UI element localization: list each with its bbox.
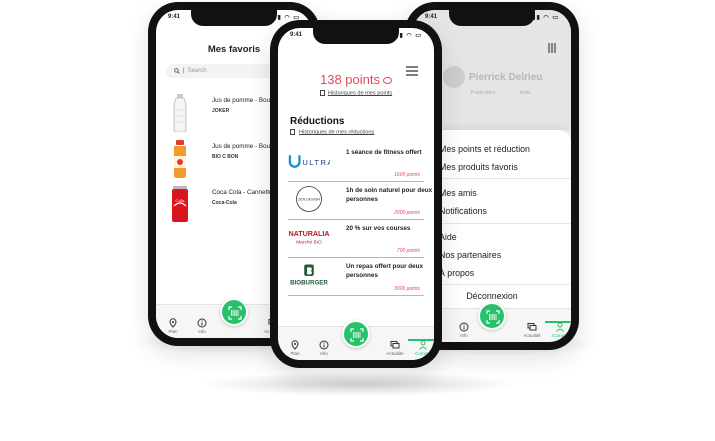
nav-plan[interactable]: Plan: [282, 340, 308, 356]
menu-divider: [427, 223, 571, 224]
user-icon: [556, 322, 564, 332]
scan-button[interactable]: [220, 298, 248, 326]
nav-plan[interactable]: Plan: [160, 318, 186, 334]
zen-design-logo: ZEN DESIGN: [288, 186, 330, 212]
chat-icon: [390, 341, 400, 349]
menu-divider: [427, 284, 571, 285]
info-icon: [319, 340, 329, 350]
menu-about[interactable]: À propos: [439, 268, 474, 278]
status-time: 9:41: [290, 32, 303, 38]
notch: [191, 10, 277, 26]
search-placeholder: Search: [187, 68, 207, 74]
offer-card[interactable]: BIOBURGER Un repas offert pour deux pers…: [286, 258, 426, 296]
barcode-scan-icon: [486, 310, 500, 324]
offer-points: 1600 points: [394, 172, 420, 178]
points-history-link[interactable]: Historiques de mes points: [278, 90, 434, 96]
svg-text:NATURALIA: NATURALIA: [288, 230, 329, 238]
chat-icon: [527, 323, 537, 331]
svg-text:Cola: Cola: [175, 198, 185, 203]
menu-divider: [427, 178, 571, 179]
soda-can-icon: Cola: [172, 186, 188, 222]
offer-description: Un repas offert pour deux personnes: [346, 263, 423, 279]
scan-button[interactable]: [478, 302, 506, 330]
offer-points: 700 points: [396, 248, 420, 254]
offer-points: 2000 points: [394, 210, 420, 216]
barcode-scan-icon: [350, 328, 364, 342]
info-icon: [197, 318, 207, 328]
coin-icon: [383, 77, 392, 85]
reductions-history-link[interactable]: Historiques de mes réductions: [290, 129, 374, 135]
juice-bottle-icon: [174, 140, 186, 178]
offer-divider: [288, 295, 424, 296]
menu-partners[interactable]: Nos partenaires: [439, 250, 501, 260]
svg-text:BIOBURGER: BIOBURGER: [290, 280, 328, 287]
status-icons: ▮▮ ◠ ▭: [532, 15, 559, 21]
search-cursor: |: [183, 68, 185, 74]
active-tab-indicator: [408, 339, 434, 341]
info-icon: [459, 322, 469, 332]
offer-description: 1 séance de fitness offert: [346, 149, 422, 156]
bottom-nav: Plan Info Actualité: [278, 320, 434, 360]
offer-card[interactable]: NATURALIA Marché BIO 20 % sur vos course…: [286, 220, 426, 258]
nav-actualite[interactable]: Actualité: [382, 340, 408, 356]
svg-text:ULTRA: ULTRA: [302, 158, 330, 167]
status-time: 9:41: [168, 14, 181, 20]
reductions-title: Réductions: [290, 116, 345, 127]
search-icon: [174, 68, 180, 74]
menu-points-reductions[interactable]: Mes points et réduction: [439, 144, 530, 154]
menu-favorite-products[interactable]: Mes produits favoris: [439, 162, 518, 172]
nav-info[interactable]: Info: [189, 318, 215, 334]
menu-notifications[interactable]: Notifications: [439, 206, 487, 216]
offer-card[interactable]: ZEN DESIGN 1h de soin naturel pour deux …: [286, 182, 432, 220]
scan-button[interactable]: [342, 320, 370, 348]
status-time: 9:41: [425, 14, 438, 20]
nav-compte[interactable]: Compte: [545, 321, 571, 338]
user-icon: [419, 340, 427, 350]
nav-info[interactable]: Info: [311, 340, 337, 356]
offer-description: 20 % sur vos courses: [346, 225, 411, 232]
nav-info[interactable]: Info: [451, 322, 477, 338]
nav-actualite[interactable]: Actualité: [519, 322, 545, 338]
map-pin-icon: [169, 318, 177, 328]
rewards-screen: 9:41 ▮▮ ◠ ▭ 138 points Historiques de me…: [278, 28, 434, 360]
status-icons: ▮▮ ◠ ▭: [273, 15, 300, 21]
offer-description: 1h de soin naturel pour deux personnes: [346, 187, 433, 203]
naturalia-logo: NATURALIA Marché BIO: [288, 224, 330, 250]
phone-rewards: 9:41 ▮▮ ◠ ▭ 138 points Historiques de me…: [270, 20, 442, 368]
ultra-logo: ULTRA: [288, 148, 330, 174]
svg-text:ZEN DESIGN: ZEN DESIGN: [298, 198, 320, 202]
document-icon: [319, 90, 325, 96]
notch: [313, 28, 399, 44]
nav-compte[interactable]: Compte: [408, 339, 434, 356]
status-icons: ▮▮ ◠ ▭: [395, 33, 422, 39]
active-tab-indicator: [545, 321, 571, 323]
plastic-bottle-icon: [173, 94, 187, 132]
floor-shadow: [200, 372, 520, 396]
map-pin-icon: [291, 340, 299, 350]
points-balance: 138 points: [278, 72, 434, 87]
svg-text:Marché BIO: Marché BIO: [296, 240, 322, 246]
document-icon: [290, 129, 295, 135]
notch: [449, 10, 535, 26]
app-showcase: 9:41 ▮▮ ◠ ▭ Mes favoris | Search Jus de …: [0, 0, 715, 441]
bioburger-logo: BIOBURGER: [288, 262, 330, 288]
menu-friends[interactable]: Mes amis: [439, 188, 477, 198]
barcode-scan-icon: [228, 306, 242, 320]
offer-card[interactable]: ULTRA 1 séance de fitness offert 1600 po…: [286, 144, 426, 182]
offer-points: 3000 points: [394, 286, 420, 292]
